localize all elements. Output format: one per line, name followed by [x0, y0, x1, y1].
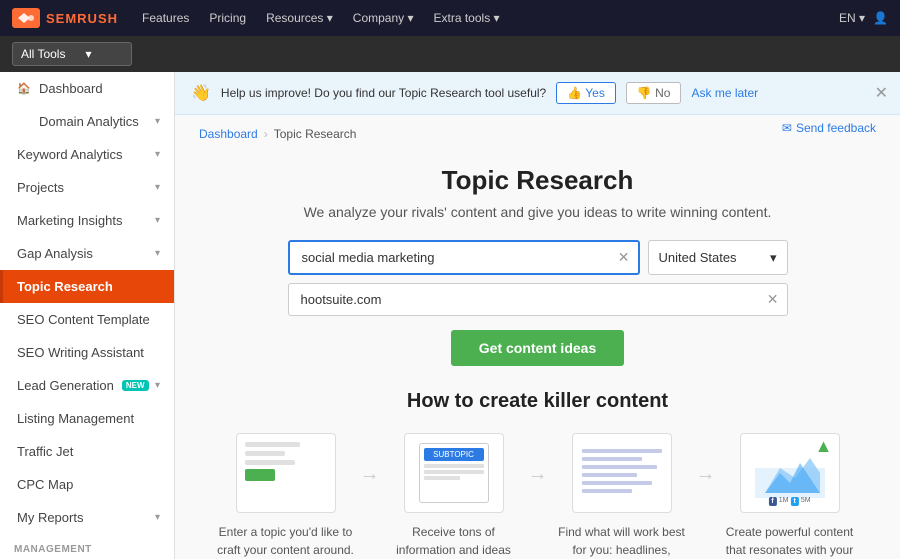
breadcrumb-home[interactable]: Dashboard [199, 127, 258, 141]
sidebar-item-seo-content-template[interactable]: SEO Content Template [0, 303, 174, 336]
page-title: Topic Research [199, 165, 876, 196]
search-row: ✕ United States ▾ [288, 240, 788, 275]
sidebar-item-dashboard[interactable]: 🏠 Dashboard [0, 72, 174, 105]
secondary-nav: All Tools ▾ [0, 36, 900, 72]
step-4-desc: Create powerful content that resonates w… [720, 523, 860, 559]
step-arrow-3: → [692, 463, 720, 486]
feedback-message: Help us improve! Do you find our Topic R… [221, 86, 546, 100]
lang-selector[interactable]: EN ▾ [839, 11, 865, 25]
chevron-icon: ▾ [155, 512, 160, 523]
logo-text: SEMRUSH [46, 11, 118, 26]
send-feedback-button[interactable]: ✉ Send feedback [782, 121, 876, 135]
home-icon: 🏠 [17, 82, 31, 96]
twitter-badge: t [791, 497, 799, 506]
sidebar-item-traffic-jet[interactable]: Traffic Jet [0, 435, 174, 468]
nav-company[interactable]: Company ▾ [345, 7, 422, 29]
logo[interactable]: SEMRUSH [12, 8, 118, 28]
logo-icon [12, 8, 40, 28]
step-3-desc: Find what will work best for you: headli… [552, 523, 692, 559]
close-banner-button[interactable]: ✕ [875, 83, 888, 103]
content-area: 👋 Help us improve! Do you find our Topic… [175, 72, 900, 559]
country-select[interactable]: United States ▾ [648, 240, 788, 275]
step-2-image: SUBTOPIC [404, 433, 504, 513]
how-to-title: How to create killer content [199, 390, 876, 413]
clear-domain-icon[interactable]: ✕ [767, 291, 779, 308]
sidebar-item-keyword-analytics[interactable]: Keyword Analytics ▾ [0, 138, 174, 171]
step-1: Enter a topic you'd like to craft your c… [216, 433, 356, 559]
topic-input[interactable] [298, 242, 618, 273]
chevron-icon: ▾ [155, 215, 160, 226]
all-tools-dropdown[interactable]: All Tools ▾ [12, 42, 132, 66]
sidebar-item-cpc-map[interactable]: CPC Map [0, 468, 174, 501]
chevron-icon: ▾ [155, 380, 160, 391]
domain-analytics-icon [17, 115, 31, 129]
step-arrow-2: → [524, 463, 552, 486]
subtopic-label: SUBTOPIC [424, 448, 484, 461]
sidebar-item-lead-generation[interactable]: Lead Generation NEW ▾ [0, 369, 174, 402]
domain-input[interactable] [297, 284, 767, 315]
feedback-banner: 👋 Help us improve! Do you find our Topic… [175, 72, 900, 115]
step-arrow-1: → [356, 463, 384, 486]
how-to-section: How to create killer content Ent [199, 390, 876, 559]
sidebar: 🏠 Dashboard Domain Analytics ▾ Keyword A… [0, 72, 175, 559]
breadcrumb-separator: › [264, 127, 268, 141]
nav-resources[interactable]: Resources ▾ [258, 7, 341, 29]
step-1-desc: Enter a topic you'd like to craft your c… [216, 523, 356, 559]
sidebar-item-topic-research[interactable]: Topic Research [0, 270, 174, 303]
step-2-desc: Receive tons of information and ideas re… [384, 523, 524, 559]
facebook-badge: f [768, 497, 776, 506]
chevron-icon: ▾ [155, 248, 160, 259]
nav-features[interactable]: Features [134, 7, 197, 29]
steps-row: Enter a topic you'd like to craft your c… [199, 433, 876, 559]
domain-input-wrap: ✕ [288, 283, 788, 316]
step-4-image: ▲ f 1M t 5M [740, 433, 840, 513]
get-ideas-button[interactable]: Get content ideas [451, 330, 624, 366]
topic-input-wrap: ✕ [288, 240, 640, 275]
management-section-title: MANAGEMENT [0, 534, 174, 559]
sidebar-item-seo-writing-assistant[interactable]: SEO Writing Assistant [0, 336, 174, 369]
main-layout: 🏠 Dashboard Domain Analytics ▾ Keyword A… [0, 72, 900, 559]
nav-extra-tools[interactable]: Extra tools ▾ [426, 7, 508, 29]
step-3-image [572, 433, 672, 513]
breadcrumb: Dashboard › Topic Research [199, 127, 356, 141]
clear-topic-icon[interactable]: ✕ [618, 249, 630, 266]
chevron-down-icon: ▾ [85, 47, 91, 61]
nav-pricing[interactable]: Pricing [201, 7, 254, 29]
yes-button[interactable]: 👍 Yes [556, 82, 616, 104]
chevron-icon: ▾ [155, 116, 160, 127]
step-3: Find what will work best for you: headli… [552, 433, 692, 559]
no-button[interactable]: 👎 No [626, 82, 682, 104]
sidebar-item-projects[interactable]: Projects ▾ [0, 171, 174, 204]
user-menu[interactable]: 👤 [873, 11, 888, 25]
page-header: Topic Research We analyze your rivals' c… [199, 165, 876, 220]
step-2: SUBTOPIC Receive tons of information and… [384, 433, 524, 559]
inner-content: Dashboard › Topic Research ✉ Send feedba… [175, 115, 900, 559]
top-nav: SEMRUSH Features Pricing Resources ▾ Com… [0, 0, 900, 36]
sidebar-item-domain-analytics[interactable]: Domain Analytics ▾ [0, 105, 174, 138]
country-value: United States [659, 250, 737, 265]
nav-links: Features Pricing Resources ▾ Company ▾ E… [134, 7, 823, 29]
sidebar-item-marketing-insights[interactable]: Marketing Insights ▾ [0, 204, 174, 237]
page-subtitle: We analyze your rivals' content and give… [199, 204, 876, 220]
sidebar-item-my-reports[interactable]: My Reports ▾ [0, 501, 174, 534]
sidebar-item-listing-management[interactable]: Listing Management [0, 402, 174, 435]
chevron-down-icon: ▾ [770, 250, 777, 266]
step-1-image [236, 433, 336, 513]
ask-later-link[interactable]: Ask me later [691, 86, 758, 100]
arrow-up-icon: ▲ [815, 436, 833, 457]
chevron-icon: ▾ [155, 182, 160, 193]
wave-icon: 👋 [191, 83, 211, 103]
new-badge: NEW [122, 380, 149, 391]
step-4: ▲ f 1M t 5M Create powerful content that… [720, 433, 860, 559]
sidebar-item-gap-analysis[interactable]: Gap Analysis ▾ [0, 237, 174, 270]
nav-right: EN ▾ 👤 [839, 11, 888, 25]
email-icon: ✉ [782, 121, 792, 135]
chevron-icon: ▾ [155, 149, 160, 160]
search-area: ✕ United States ▾ ✕ Get content ideas [288, 240, 788, 366]
breadcrumb-current: Topic Research [274, 127, 357, 141]
